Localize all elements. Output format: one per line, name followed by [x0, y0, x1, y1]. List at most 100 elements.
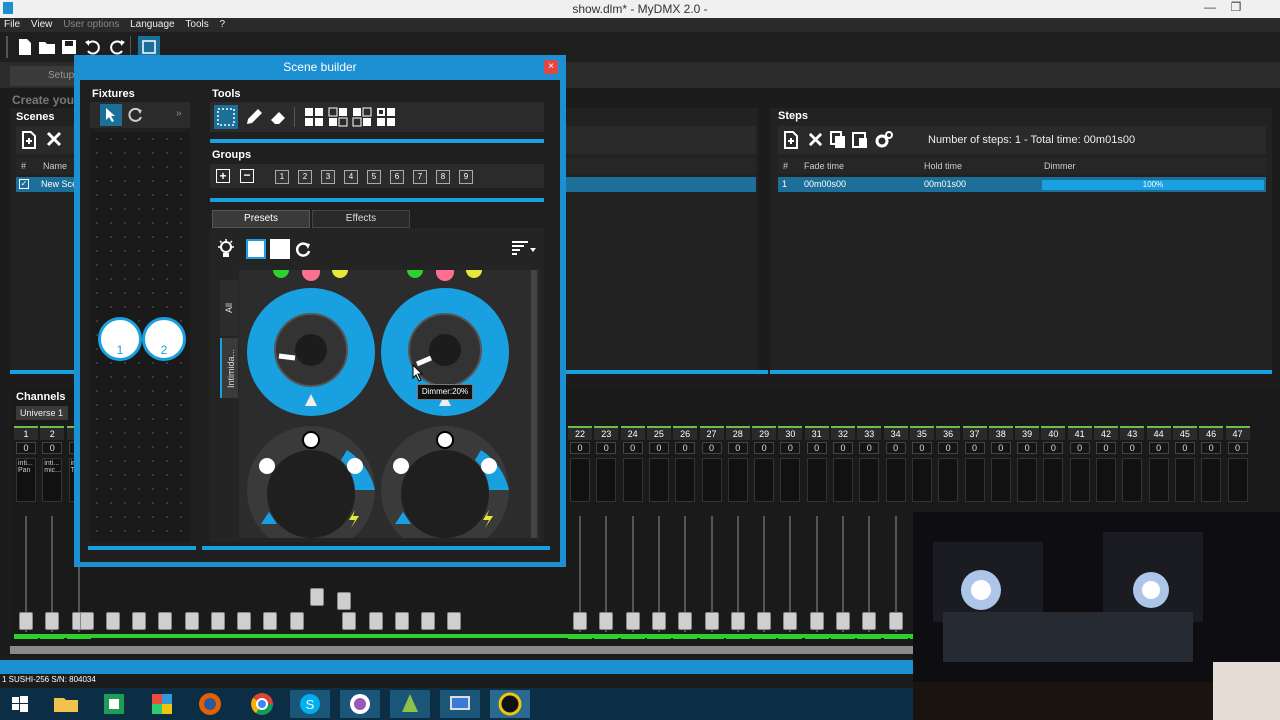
pan-tilt-dial-2[interactable]	[381, 426, 509, 538]
channel-value-input[interactable]: 0	[859, 442, 880, 454]
fader-handle[interactable]	[132, 612, 146, 630]
fader-handle[interactable]	[809, 612, 824, 630]
step-hold-time[interactable]: 00m01s00	[924, 179, 966, 189]
fader-handle[interactable]	[158, 612, 172, 630]
chrome-icon[interactable]	[242, 690, 282, 718]
channel-value-input[interactable]: 0	[911, 442, 932, 454]
fader-handle[interactable]	[421, 612, 435, 630]
channel-value-input[interactable]: 0	[806, 442, 827, 454]
paint-app-icon[interactable]	[390, 690, 430, 718]
step-fade-time[interactable]: 00m00s00	[804, 179, 846, 189]
group-button-7[interactable]: 7	[413, 170, 427, 184]
channel-value-input[interactable]: 0	[1174, 442, 1195, 454]
paste-step-icon[interactable]	[852, 131, 868, 149]
windows-start-icon[interactable]	[0, 690, 40, 718]
group-button-9[interactable]: 9	[459, 170, 473, 184]
fader-handle[interactable]	[836, 612, 850, 630]
channel-value-input[interactable]: 0	[622, 442, 643, 454]
collapse-arrows-icon[interactable]: »	[176, 108, 182, 119]
fader-handle[interactable]	[395, 612, 409, 630]
channel-value-input[interactable]: 0	[570, 442, 590, 454]
fader-handle[interactable]	[783, 612, 798, 630]
skype-icon[interactable]: S	[290, 690, 330, 718]
add-step-icon[interactable]	[782, 131, 800, 149]
presets-scrollbar[interactable]	[531, 270, 537, 538]
tab-effects[interactable]: Effects	[312, 210, 410, 228]
channel-value-input[interactable]: 0	[1201, 442, 1222, 454]
fader-handle[interactable]	[310, 588, 324, 606]
channel-value-input[interactable]: 0	[1069, 442, 1090, 454]
gears-icon[interactable]	[874, 130, 894, 150]
step-dimmer-bar[interactable]: 100%	[1042, 180, 1264, 190]
channel-value-input[interactable]: 0	[1122, 442, 1143, 454]
channel-value-input[interactable]: 0	[1148, 442, 1169, 454]
fader-handle[interactable]	[730, 612, 745, 630]
remote-desktop-icon[interactable]	[440, 690, 480, 718]
fader-handle[interactable]	[80, 612, 94, 630]
pan-tilt-dial-1[interactable]	[247, 426, 375, 538]
close-button[interactable]: ×	[544, 60, 558, 74]
channel-value-input[interactable]: 0	[833, 442, 853, 454]
rotate-fixture-icon[interactable]	[128, 106, 144, 124]
fader-handle[interactable]	[757, 612, 772, 630]
pencil-icon[interactable]	[244, 107, 264, 127]
tab-universe-1[interactable]: Universe 1	[16, 406, 68, 420]
fader-handle[interactable]	[106, 612, 120, 630]
channel-value-input[interactable]: 0	[990, 442, 1011, 454]
fader-handle[interactable]	[573, 612, 587, 630]
group-button-1[interactable]: 1	[275, 170, 289, 184]
fader-handle[interactable]	[599, 612, 614, 630]
fader-handle[interactable]	[185, 612, 199, 630]
rect-select-icon[interactable]	[214, 105, 238, 129]
presets-scroll-area[interactable]: Dimmer:20%	[239, 270, 539, 538]
channel-value-input[interactable]: 0	[1227, 442, 1248, 454]
copy-step-icon[interactable]	[830, 131, 846, 149]
save-icon[interactable]	[60, 38, 78, 56]
channel-value-input[interactable]: 0	[964, 442, 985, 454]
fader-handle[interactable]	[369, 612, 383, 630]
fader-handle[interactable]	[45, 612, 60, 630]
minimize-icon[interactable]: —	[1196, 0, 1224, 18]
fader-handle[interactable]	[678, 612, 693, 630]
scene-checkbox[interactable]: ✓	[19, 179, 29, 189]
group-button-3[interactable]: 3	[321, 170, 335, 184]
select-fixture-icon[interactable]	[100, 104, 122, 126]
group-button-6[interactable]: 6	[390, 170, 404, 184]
firefox-icon[interactable]	[190, 690, 230, 718]
fader-handle[interactable]	[337, 592, 351, 610]
new-file-icon[interactable]	[16, 38, 34, 56]
picasa-icon[interactable]	[340, 690, 380, 718]
group-button-2[interactable]: 2	[298, 170, 312, 184]
menu-tools[interactable]: Tools	[181, 18, 212, 31]
menu-help[interactable]: ?	[216, 18, 230, 31]
lightbulb-icon[interactable]	[216, 238, 236, 260]
channel-value-input[interactable]: 0	[648, 442, 669, 454]
mydmx-icon[interactable]	[490, 690, 530, 718]
maximize-icon[interactable]: ❐	[1222, 0, 1250, 18]
menu-language[interactable]: Language	[126, 18, 179, 31]
fader-handle[interactable]	[625, 612, 640, 630]
fader-handle[interactable]	[19, 612, 33, 630]
grid-odd-icon[interactable]	[328, 107, 348, 127]
open-folder-icon[interactable]	[38, 38, 56, 56]
color-swatch-2[interactable]	[270, 239, 290, 259]
side-tab-intimidator[interactable]: Intimida...	[220, 338, 238, 398]
color-preset-row[interactable]	[239, 270, 519, 284]
color-swatch-1[interactable]	[246, 239, 266, 259]
grid-invert-icon[interactable]	[376, 107, 396, 127]
file-explorer-icon[interactable]	[46, 690, 86, 718]
group-button-5[interactable]: 5	[367, 170, 381, 184]
tab-presets[interactable]: Presets	[212, 210, 310, 228]
channel-value-input[interactable]: 0	[1043, 442, 1064, 454]
sort-menu-icon[interactable]	[510, 240, 538, 258]
grid-even-icon[interactable]	[352, 107, 372, 127]
channel-value-input[interactable]: 0	[42, 442, 63, 454]
fader-handle[interactable]	[290, 612, 304, 630]
channel-value-input[interactable]: 0	[701, 442, 722, 454]
fader-handle[interactable]	[704, 612, 719, 630]
channel-value-input[interactable]: 0	[938, 442, 959, 454]
fader-handle[interactable]	[447, 612, 461, 630]
group-button-4[interactable]: 4	[344, 170, 358, 184]
channel-value-input[interactable]: 0	[727, 442, 748, 454]
fixture-2[interactable]: 2	[142, 317, 186, 361]
